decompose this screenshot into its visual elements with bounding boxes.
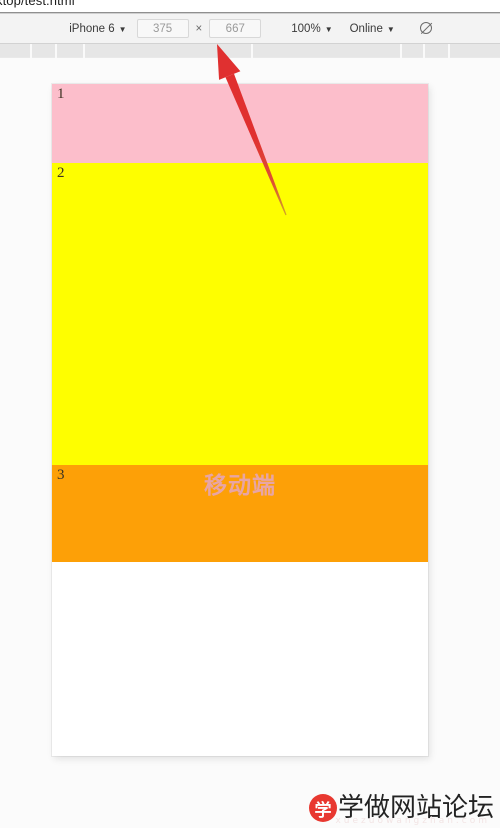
ruler-tick <box>448 44 450 58</box>
ruler-tick <box>423 44 425 58</box>
ruler-tick <box>83 44 85 58</box>
chevron-down-icon: ▼ <box>324 24 333 34</box>
page-block-label: 2 <box>57 165 65 181</box>
browser-url-strip: ktop/test.html <box>0 0 500 13</box>
ruler-tick <box>30 44 32 58</box>
dimension-separator: × <box>195 22 203 35</box>
viewport-height-input[interactable] <box>209 19 262 38</box>
forum-logo-icon: 学 <box>308 794 337 822</box>
zoom-select-group: 100% ▼ <box>287 14 336 43</box>
network-throttling-label: Online <box>349 22 383 35</box>
device-select-label: iPhone 6 <box>69 22 115 35</box>
zoom-select-label: 100% <box>291 22 321 35</box>
viewport-width-input[interactable] <box>136 19 189 38</box>
page-block: 1 <box>52 84 428 163</box>
ruler-tick <box>55 44 57 58</box>
device-select-group: iPhone 6 ▼ <box>65 14 130 43</box>
mobile-caption: 移动端 <box>204 473 276 498</box>
forum-watermark-subtext: xuezuowangzhan.com <box>335 816 490 826</box>
device-select[interactable]: iPhone 6 ▼ <box>65 19 130 39</box>
no-throttling-icon[interactable] <box>419 21 435 37</box>
ruler-tick <box>251 44 253 58</box>
emulated-device-viewport: 123 移动端 <box>52 84 428 756</box>
emulation-canvas-area: 123 移动端 <box>0 58 500 828</box>
ruler-tick <box>400 44 402 58</box>
dimensions-group: × <box>131 14 268 43</box>
device-emulation-toolbar: iPhone 6 ▼ × 100% ▼ Online ▼ <box>0 13 500 44</box>
throttling-select-group: Online ▼ <box>346 14 399 43</box>
page-block: 2 <box>52 163 428 465</box>
chevron-down-icon: ▼ <box>386 24 395 34</box>
page-block-label: 1 <box>57 86 65 102</box>
url-text[interactable]: ktop/test.html <box>0 0 75 8</box>
network-throttling-select[interactable]: Online ▼ <box>346 19 399 39</box>
device-ruler-band[interactable] <box>0 44 500 58</box>
chevron-down-icon: ▼ <box>118 24 127 34</box>
zoom-select[interactable]: 100% ▼ <box>287 19 336 39</box>
